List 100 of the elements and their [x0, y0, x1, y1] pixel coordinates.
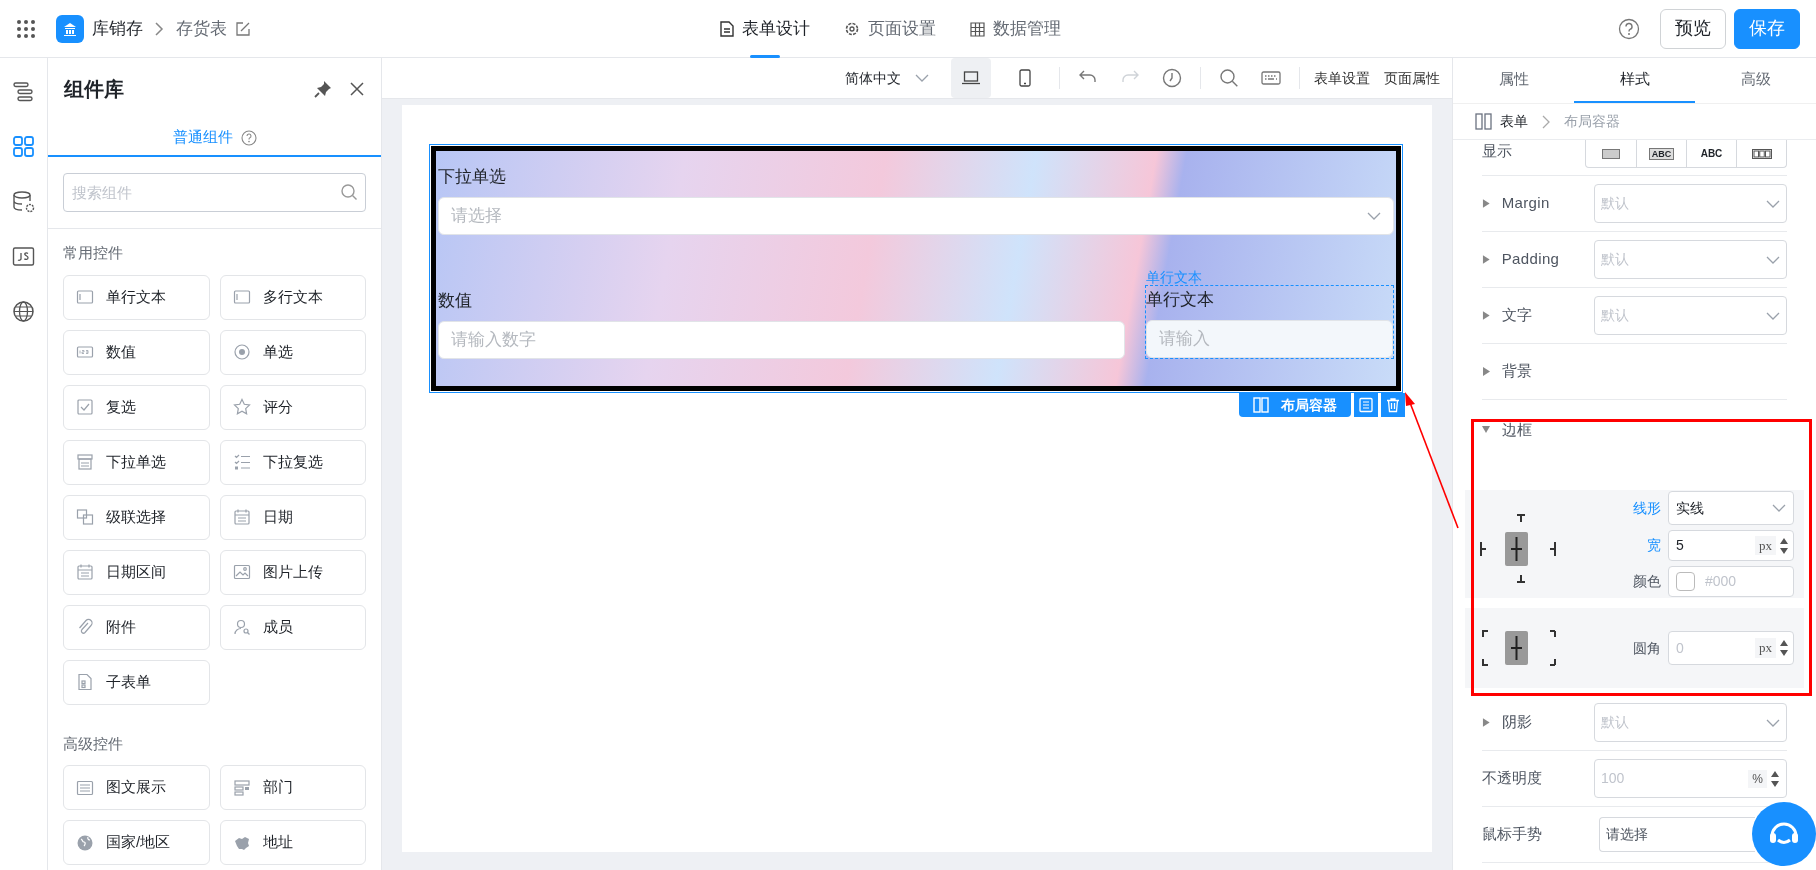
component-item[interactable]: 附件: [63, 604, 210, 650]
property-label: 鼠标手势: [1482, 824, 1543, 845]
cascade-icon: [76, 508, 94, 526]
copy-button[interactable]: [1354, 393, 1378, 417]
component-item[interactable]: 单选: [219, 329, 366, 375]
input-field[interactable]: 请输入数字: [438, 321, 1125, 359]
field-label: 数值: [438, 290, 473, 313]
help-icon[interactable]: [240, 129, 257, 146]
component-item[interactable]: 子表单: [63, 659, 210, 705]
radio-icon: [232, 343, 251, 361]
nav-tab[interactable]: 页面设置: [844, 0, 936, 58]
document-icon: [1358, 397, 1374, 413]
component-item[interactable]: 下拉复选: [219, 439, 366, 485]
org-chart-icon: [232, 778, 251, 797]
property-label: 文字: [1501, 305, 1534, 326]
component-item[interactable]: 部门: [219, 765, 366, 810]
close-icon[interactable]: [349, 81, 365, 97]
breadcrumb-item[interactable]: 表单: [1500, 111, 1528, 132]
calendar-icon: [232, 508, 251, 526]
color-swatch[interactable]: [1676, 572, 1695, 591]
number-field[interactable]: 100 %: [1594, 759, 1787, 798]
delete-button[interactable]: [1381, 393, 1405, 417]
chevron-down-icon: [1367, 212, 1381, 220]
component-item[interactable]: 图文展示: [63, 765, 210, 810]
outline-icon[interactable]: [12, 80, 35, 103]
component-item[interactable]: 单行文本: [63, 274, 210, 320]
caret-right-icon[interactable]: [1482, 718, 1490, 727]
help-icon[interactable]: [1618, 17, 1640, 40]
chevron-down-icon: [1772, 504, 1786, 512]
property-label: 线形: [1633, 498, 1661, 518]
chat-support-button[interactable]: [1752, 802, 1816, 866]
select-field[interactable]: 实线: [1668, 491, 1794, 525]
component-item[interactable]: 地址: [219, 820, 366, 865]
layout-container[interactable]: 下拉单选 请选择 数值 请输入数字 单行文本 单行文本 请输入: [429, 144, 1403, 393]
user-icon: [232, 618, 251, 636]
caret-down-icon[interactable]: [1482, 425, 1490, 434]
columns-icon: [1475, 113, 1492, 130]
clock-icon[interactable]: [1162, 68, 1182, 88]
field-label: 下拉单选: [438, 166, 507, 189]
caret-right-icon[interactable]: [1482, 367, 1490, 376]
mobile-icon: [1019, 69, 1031, 87]
keyboard-icon[interactable]: [1261, 68, 1281, 88]
chevron-down-icon: [1766, 199, 1780, 208]
component-item[interactable]: 数值: [63, 329, 210, 375]
text-field-icon: [232, 288, 251, 306]
display-option[interactable]: ABC: [1686, 140, 1736, 167]
nav-tab[interactable]: 数据管理: [970, 0, 1061, 58]
property-label: 阴影: [1501, 712, 1534, 733]
property-label: 不透明度: [1482, 768, 1543, 789]
javascript-icon[interactable]: [12, 245, 35, 268]
dropdown-icon: [76, 453, 94, 471]
edit-icon[interactable]: [235, 20, 251, 37]
property-label: 圆角: [1633, 638, 1661, 658]
caret-right-icon[interactable]: [1482, 311, 1490, 320]
toolbar-link[interactable]: 表单设置: [1314, 67, 1370, 89]
chevron-down-icon: [915, 74, 929, 82]
page-name: 存货表: [176, 17, 227, 40]
number-field[interactable]: 5 px: [1668, 530, 1794, 561]
component-item[interactable]: 多行文本: [219, 274, 366, 320]
desktop-view-button[interactable]: [951, 58, 991, 98]
component-item[interactable]: 成员: [219, 604, 366, 650]
property-tab[interactable]: 高级: [1695, 58, 1816, 103]
form-field[interactable]: 数值 请输入数字: [438, 287, 1125, 359]
components-icon[interactable]: [12, 135, 35, 158]
property-label: 显示: [1482, 141, 1513, 161]
globe-icon[interactable]: [12, 300, 35, 323]
component-item[interactable]: 图片上传: [219, 549, 366, 595]
display-option[interactable]: ABC: [1636, 140, 1686, 167]
component-item[interactable]: 国家/地区: [63, 820, 210, 865]
panel-title: 组件库: [64, 77, 124, 102]
number-field[interactable]: 0 px: [1668, 631, 1794, 665]
component-item[interactable]: 日期: [219, 494, 366, 540]
group-title: 高级控件: [63, 733, 124, 754]
property-label: 宽: [1647, 536, 1661, 555]
property-tab[interactable]: 属性: [1453, 58, 1574, 103]
search-field[interactable]: 搜索组件: [63, 173, 366, 212]
toolbar-link[interactable]: 页面属性: [1384, 67, 1440, 89]
preview-button[interactable]: 预览: [1660, 8, 1726, 49]
input-field[interactable]: 请输入: [1146, 320, 1393, 358]
form-field[interactable]: 下拉单选 请选择: [438, 163, 1394, 235]
component-item[interactable]: 复选: [63, 384, 210, 430]
stepper-icon[interactable]: [1779, 638, 1789, 658]
text-display-icon: ABC: [1700, 146, 1723, 161]
caret-right-icon[interactable]: [1482, 199, 1490, 208]
property-tab[interactable]: 样式: [1574, 58, 1695, 103]
caret-right-icon[interactable]: [1482, 255, 1490, 264]
checklist-icon: [232, 453, 251, 471]
database-settings-icon[interactable]: [12, 190, 35, 213]
search-icon[interactable]: [1219, 68, 1239, 88]
component-item[interactable]: 日期区间: [63, 549, 210, 595]
globe-icon: [76, 833, 94, 852]
language-dropdown[interactable]: 简体中文: [837, 67, 937, 89]
pin-icon[interactable]: [313, 79, 333, 99]
nav-tab[interactable]: 表单设计: [720, 0, 810, 58]
component-item[interactable]: 下拉单选: [63, 439, 210, 485]
component-item[interactable]: 评分: [219, 384, 366, 430]
app-grid-icon[interactable]: [16, 18, 36, 39]
component-item[interactable]: 级联选择: [63, 494, 210, 540]
number-field-icon: [76, 343, 94, 361]
app-name: 库销存: [92, 17, 143, 40]
